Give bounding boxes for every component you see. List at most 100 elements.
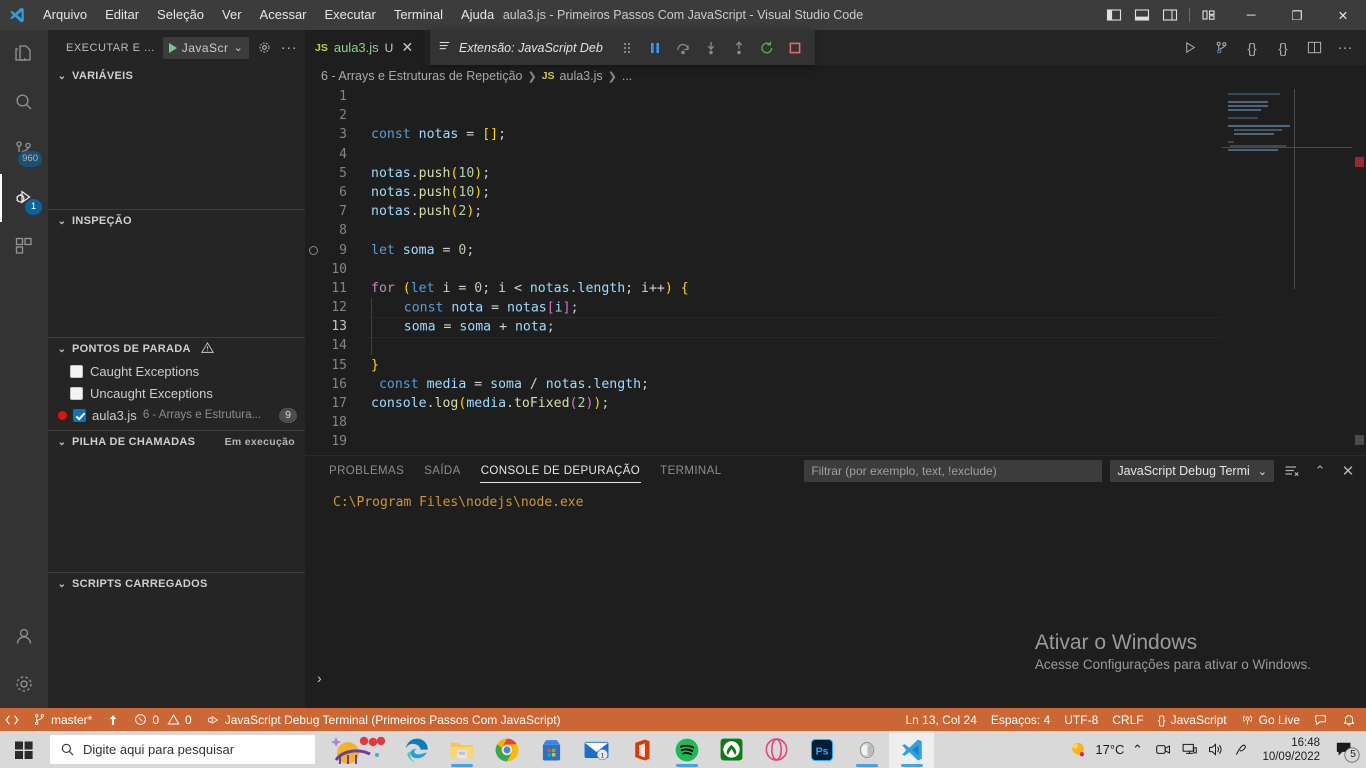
minimap[interactable]: [1222, 87, 1352, 447]
restart-button[interactable]: [755, 36, 779, 60]
code-line[interactable]: 18: [305, 413, 1366, 432]
code-text[interactable]: const notas = [];: [367, 125, 1366, 144]
scrollbar-thumb[interactable]: [1355, 435, 1364, 445]
code-line[interactable]: 17 console.log(media.toFixed(2));: [305, 394, 1366, 413]
braces-alt-icon[interactable]: {}: [1272, 37, 1294, 59]
status-sync[interactable]: [99, 708, 127, 731]
taskbar-cortana-widget[interactable]: [319, 731, 394, 768]
menu-terminal[interactable]: Terminal: [385, 0, 452, 30]
status-go-live[interactable]: Go Live: [1234, 708, 1307, 731]
more-actions-icon[interactable]: ···: [279, 38, 299, 58]
action-center-button[interactable]: 5: [1328, 731, 1362, 768]
taskbar-microsoft-store[interactable]: [529, 731, 574, 768]
code-line[interactable]: 9 let soma = 0;: [305, 241, 1366, 260]
code-line[interactable]: 13 soma = soma + nota;: [305, 317, 1366, 339]
pen-icon[interactable]: [1228, 731, 1254, 768]
step-into-button[interactable]: [699, 36, 723, 60]
menu-arquivo[interactable]: Arquivo: [34, 0, 96, 30]
activity-extensions[interactable]: [0, 222, 48, 270]
pane-header-breakpoints[interactable]: ⌄ PONTOS DE PARADA: [48, 338, 305, 360]
activity-manage[interactable]: [0, 660, 48, 708]
code-line[interactable]: 4: [305, 145, 1366, 164]
toggle-secondary-sidebar-icon[interactable]: [1157, 2, 1183, 28]
taskbar-file-explorer[interactable]: [439, 731, 484, 768]
breakpoint-uncaught-exceptions[interactable]: Uncaught Exceptions: [48, 382, 305, 404]
status-eol[interactable]: CRLF: [1105, 708, 1150, 731]
maximize-panel-icon[interactable]: ⌃: [1310, 461, 1330, 481]
code-text[interactable]: for (let i = 0; i < notas.length; i++) {: [367, 279, 1366, 298]
debug-console-input-prompt[interactable]: ›: [317, 670, 322, 686]
code-line[interactable]: 19: [305, 432, 1366, 447]
taskbar-volume-app[interactable]: [844, 731, 889, 768]
status-cursor-position[interactable]: Ln 13, Col 24: [898, 708, 983, 731]
activity-source-control[interactable]: 960: [0, 126, 48, 174]
code-text[interactable]: soma = soma + nota;: [367, 317, 1366, 337]
taskbar-xbox[interactable]: [709, 731, 754, 768]
code-line[interactable]: 6 notas.push(10);: [305, 183, 1366, 202]
pane-header-call-stack[interactable]: ⌄ PILHA DE CHAMADAS Em execução: [48, 431, 305, 453]
code-text[interactable]: let soma = 0;: [367, 241, 1366, 260]
close-icon[interactable]: ✕: [399, 39, 415, 56]
status-encoding[interactable]: UTF-8: [1057, 708, 1105, 731]
clear-console-icon[interactable]: [1282, 461, 1302, 481]
status-notifications[interactable]: [1335, 708, 1366, 731]
step-out-button[interactable]: [727, 36, 751, 60]
code-editor[interactable]: 1 2 3 const notas = []; 4 5 notas.push(10); 6 no…: [305, 87, 1366, 447]
pane-header-loaded-scripts[interactable]: ⌄ SCRIPTS CARREGADOS: [48, 573, 305, 595]
taskbar-photoshop[interactable]: Ps: [799, 731, 844, 768]
tab-aula3-js[interactable]: JS aula3.js U ✕: [305, 30, 427, 65]
code-text[interactable]: const nota = notas[i];: [367, 297, 1366, 318]
tab-saida[interactable]: SAÍDA: [414, 456, 471, 486]
stop-button[interactable]: [783, 36, 807, 60]
code-lines[interactable]: 1 2 3 const notas = []; 4 5 notas.push(10); 6 no…: [305, 87, 1366, 447]
code-line[interactable]: 14: [305, 336, 1366, 356]
menu-executar[interactable]: Executar: [316, 0, 385, 30]
code-line[interactable]: 16 const media = soma / notas.length;: [305, 375, 1366, 394]
split-editor-icon[interactable]: [1303, 37, 1325, 59]
gear-icon[interactable]: [254, 38, 274, 58]
toggle-panel-icon[interactable]: [1129, 2, 1155, 28]
checkbox[interactable]: [70, 386, 83, 400]
taskbar-microsoft-edge[interactable]: [394, 731, 439, 768]
code-text[interactable]: notas.push(10);: [367, 183, 1366, 202]
breadcrumb-file[interactable]: aula3.js: [560, 69, 603, 83]
status-feedback[interactable]: [1307, 708, 1335, 731]
status-indentation[interactable]: Espaços: 4: [984, 708, 1057, 731]
filter-input[interactable]: [804, 460, 1103, 482]
code-line[interactable]: 1: [305, 87, 1366, 106]
menu-selecao[interactable]: Seleção: [148, 0, 213, 30]
weather-widget[interactable]: 17°C: [1069, 731, 1124, 768]
taskbar-microsoft-office[interactable]: [619, 731, 664, 768]
status-debug-terminal[interactable]: JavaScript Debug Terminal (Primeiros Pas…: [199, 708, 568, 731]
taskbar-spotify[interactable]: [664, 731, 709, 768]
code-line[interactable]: 12 const nota = notas[i];: [305, 297, 1366, 318]
status-language-mode[interactable]: {} JavaScript: [1151, 708, 1234, 731]
breakpoint-glyph-icon[interactable]: [309, 245, 318, 255]
status-problems[interactable]: 0 0: [127, 708, 198, 731]
meet-now-icon[interactable]: [1150, 731, 1176, 768]
pane-header-variaveis[interactable]: ⌄ VARIÁVEIS: [48, 65, 305, 87]
show-hidden-icons[interactable]: ⌃: [1124, 731, 1150, 768]
taskbar-opera[interactable]: [754, 731, 799, 768]
debug-drag-handle[interactable]: [615, 36, 639, 60]
debug-console-output[interactable]: C:\Program Files\nodejs\node.exe: [305, 486, 1366, 512]
activity-run-and-debug[interactable]: 1: [0, 174, 48, 222]
taskbar-visual-studio-code[interactable]: [889, 731, 934, 768]
braces-icon[interactable]: {}: [1241, 37, 1263, 59]
code-text[interactable]: console.log(media.toFixed(2));: [367, 394, 1366, 413]
breadcrumb[interactable]: 6 - Arrays e Estruturas de Repetição ❯ J…: [305, 65, 1366, 87]
menu-ajuda[interactable]: Ajuda: [452, 0, 503, 30]
activity-explorer[interactable]: [0, 30, 48, 78]
menu-bar[interactable]: Arquivo Editar Seleção Ver Acessar Execu…: [34, 0, 503, 30]
code-line[interactable]: 11 for (let i = 0; i < notas.length; i++)…: [305, 279, 1366, 298]
tab-problemas[interactable]: PROBLEMAS: [319, 456, 414, 486]
taskbar-mail[interactable]: 1: [574, 731, 619, 768]
breakpoint-file-aula3[interactable]: aula3.js 6 - Arrays e Estrutura... 9: [48, 404, 305, 426]
run-button[interactable]: [1179, 37, 1201, 59]
taskbar-search[interactable]: Digite aqui para pesquisar: [50, 735, 315, 764]
toggle-primary-sidebar-icon[interactable]: [1101, 2, 1127, 28]
code-text[interactable]: }: [367, 356, 1366, 375]
code-line[interactable]: 2: [305, 106, 1366, 125]
status-branch[interactable]: master*: [26, 708, 99, 731]
customize-layout-icon[interactable]: [1196, 2, 1222, 28]
